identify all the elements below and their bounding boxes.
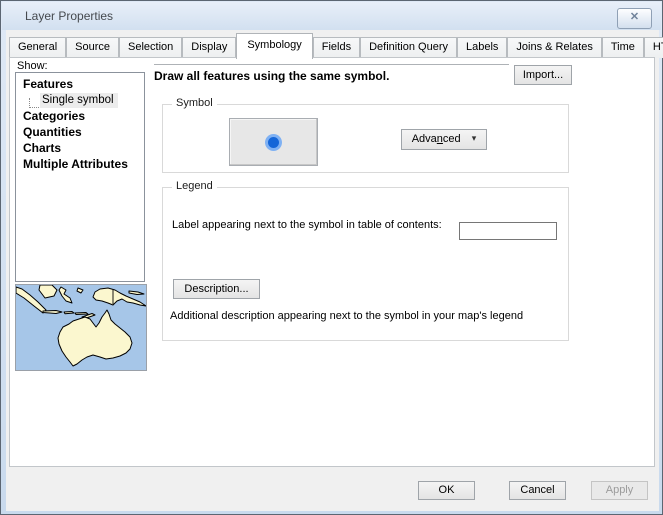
tree-branch-icon — [29, 98, 39, 108]
symbol-group-title: Symbol — [172, 97, 217, 109]
title-bar[interactable]: Layer Properties ✕ — [2, 2, 661, 30]
tab-fields[interactable]: Fields — [313, 37, 360, 58]
point-symbol-icon — [265, 134, 282, 151]
tab-time[interactable]: Time — [602, 37, 644, 58]
tree-item-features[interactable]: Features — [16, 76, 144, 92]
tab-strip: General Source Selection Display Symbolo… — [9, 34, 663, 58]
tree-item-single-symbol[interactable]: Single symbol — [16, 92, 144, 108]
tree-item-categories[interactable]: Categories — [16, 108, 144, 124]
show-label: Show: — [17, 60, 48, 72]
tree-item-charts[interactable]: Charts — [16, 140, 144, 156]
chevron-down-icon: ▾ — [472, 129, 477, 148]
legend-label-input[interactable] — [459, 222, 557, 240]
import-button[interactable]: Import... — [514, 65, 572, 85]
show-tree: Features Single symbol Categories Quanti… — [15, 72, 145, 282]
tab-symbology[interactable]: Symbology — [236, 33, 312, 59]
legend-group-title: Legend — [172, 180, 217, 192]
advanced-dropdown-button[interactable]: Advanced ▾ — [401, 129, 487, 150]
tree-item-label: Single symbol — [40, 93, 118, 108]
tree-item-multiple-attributes[interactable]: Multiple Attributes — [16, 156, 144, 172]
legend-label-text: Label appearing next to the symbol in ta… — [172, 219, 442, 231]
tab-source[interactable]: Source — [66, 37, 119, 58]
description-button[interactable]: Description... — [173, 279, 260, 299]
symbology-tab-page: Show: Features Single symbol Categories … — [9, 57, 655, 467]
map-preview-thumbnail — [15, 284, 147, 371]
window-title: Layer Properties — [25, 9, 113, 23]
tab-joins-relates[interactable]: Joins & Relates — [507, 37, 601, 58]
dialog-body: General Source Selection Display Symbolo… — [6, 30, 659, 511]
cancel-button[interactable]: Cancel — [509, 481, 566, 500]
symbol-preview-button[interactable] — [229, 118, 318, 166]
close-icon: ✕ — [630, 11, 639, 23]
heading-divider — [154, 64, 509, 65]
legend-additional-text: Additional description appearing next to… — [170, 310, 523, 322]
symbol-groupbox: Symbol Advanced ▾ — [162, 104, 569, 173]
apply-button: Apply — [591, 481, 648, 500]
tab-html-popup[interactable]: HTML Popup — [644, 37, 663, 58]
advanced-label: Adva — [412, 133, 437, 145]
tab-labels[interactable]: Labels — [457, 37, 507, 58]
page-heading: Draw all features using the same symbol. — [154, 69, 389, 83]
tab-selection[interactable]: Selection — [119, 37, 182, 58]
tab-display[interactable]: Display — [182, 37, 236, 58]
ok-button[interactable]: OK — [418, 481, 475, 500]
legend-groupbox: Legend Label appearing next to the symbo… — [162, 187, 569, 341]
tree-item-quantities[interactable]: Quantities — [16, 124, 144, 140]
advanced-label-end: ced — [443, 133, 461, 145]
close-button[interactable]: ✕ — [617, 8, 652, 29]
tab-general[interactable]: General — [9, 37, 66, 58]
layer-properties-dialog: Layer Properties ✕ General Source Select… — [0, 0, 663, 515]
tab-definition-query[interactable]: Definition Query — [360, 37, 457, 58]
